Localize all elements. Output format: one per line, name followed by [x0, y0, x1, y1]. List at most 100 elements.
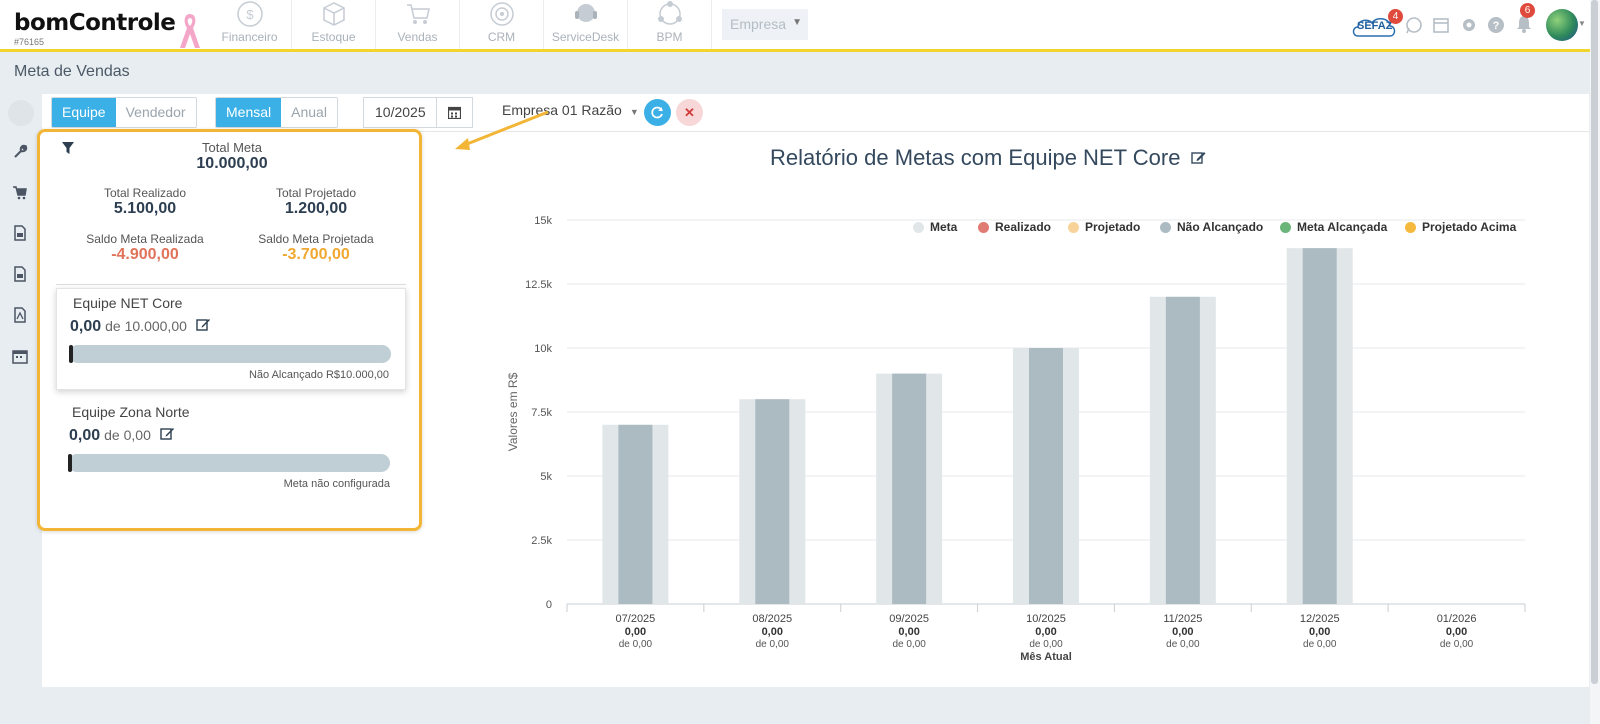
- total-realizado-value: 5.100,00: [113, 200, 177, 217]
- module-estoque[interactable]: Estoque: [292, 0, 376, 49]
- team-amount: 0,00 de 0,00: [69, 427, 175, 445]
- gear-icon[interactable]: [1460, 16, 1478, 34]
- filter-icon[interactable]: [61, 141, 75, 155]
- x-axis-label: Mês Atual: [1020, 651, 1072, 663]
- module-bpm[interactable]: BPM: [628, 0, 712, 49]
- period-toggle: Mensal Anual: [215, 97, 338, 128]
- x-subsublabel: de 0,00: [1303, 639, 1337, 650]
- x-sublabel: 0,00: [1309, 626, 1330, 638]
- wrench-icon[interactable]: [12, 143, 28, 159]
- user-avatar[interactable]: [1546, 9, 1578, 41]
- x-subsublabel: de 0,00: [1440, 639, 1474, 650]
- pdf-file-icon[interactable]: [12, 307, 28, 323]
- team-progress-bar: [69, 345, 391, 363]
- x-subsublabel: de 0,00: [756, 639, 790, 650]
- module-servicedesk[interactable]: ServiceDesk: [544, 0, 628, 49]
- filter-toolbar: Equipe Vendedor Mensal Anual 10/2025 Emp…: [42, 94, 1589, 132]
- document-file-icon[interactable]: [12, 266, 28, 282]
- headset-icon: [574, 4, 597, 22]
- date-value[interactable]: 10/2025: [364, 98, 436, 127]
- sefaz-button[interactable]: SEFAZ 4: [1350, 9, 1403, 38]
- module-label: ServiceDesk: [551, 30, 620, 44]
- calendar-button[interactable]: [436, 98, 472, 127]
- calendar-icon[interactable]: [12, 348, 28, 364]
- whatsapp-icon[interactable]: [1405, 16, 1423, 34]
- refresh-button[interactable]: [644, 99, 671, 126]
- help-icon[interactable]: ?: [1487, 16, 1505, 34]
- vertical-scrollbar[interactable]: [1590, 0, 1600, 724]
- module-financeiro[interactable]: $ Financeiro: [208, 0, 292, 49]
- app-logo[interactable]: bomControle: [14, 10, 176, 36]
- edit-icon[interactable]: [196, 318, 211, 332]
- target-icon: [489, 2, 514, 26]
- tab-vendedor[interactable]: Vendedor: [115, 98, 196, 127]
- module-crm[interactable]: CRM: [460, 0, 544, 49]
- x-subsublabel: de 0,00: [619, 639, 653, 650]
- scope-toggle: Equipe Vendedor: [51, 97, 197, 128]
- team-name: Equipe NET Core: [73, 295, 183, 311]
- tab-anual[interactable]: Anual: [281, 98, 337, 127]
- collapse-nav-icon[interactable]: [8, 100, 34, 126]
- module-label: Estoque: [311, 30, 356, 44]
- total-projetado: Total Projetado 1.200,00: [251, 186, 381, 218]
- company-select[interactable]: Empresa 01 Razão ▼: [502, 102, 639, 118]
- bar-nao-alcancado: [618, 424, 653, 604]
- page-title: Meta de Vendas: [14, 63, 130, 80]
- team-achieved: 0,00: [69, 427, 101, 444]
- pink-ribbon-icon: [180, 14, 200, 48]
- x-tick-label: 12/2025: [1300, 613, 1340, 625]
- bar-chart: 0 2.5k 5k 7.5k 10k 12.5k 15k Valores em R$ 07/20…: [506, 215, 1526, 663]
- y-axis-label: Valores em R$: [506, 372, 520, 451]
- company-dropdown[interactable]: Empresa ▼: [722, 9, 808, 40]
- team-amount: 0,00 de 10.000,00: [70, 318, 211, 336]
- module-label: Vendas: [397, 30, 438, 44]
- calendar-icon[interactable]: [1432, 16, 1450, 34]
- date-picker[interactable]: 10/2025: [363, 97, 473, 128]
- edit-icon[interactable]: [1190, 150, 1207, 165]
- total-realizado-label: Total Realizado: [103, 186, 187, 200]
- saldo-realizada-label: Saldo Meta Realizada: [86, 232, 204, 246]
- team-progress-bar: [68, 454, 390, 472]
- saldo-meta-realizada: Saldo Meta Realizada -4.900,00: [70, 232, 220, 264]
- total-meta: Total Meta 10.000,00: [122, 140, 342, 173]
- bar-nao-alcancado: [1302, 248, 1337, 604]
- svg-text:?: ?: [1493, 20, 1500, 32]
- tab-equipe[interactable]: Equipe: [52, 98, 116, 127]
- y-tick-label: 2.5k: [531, 535, 552, 547]
- x-sublabel: 0,00: [1446, 626, 1467, 638]
- module-vendas[interactable]: Vendas: [376, 0, 460, 49]
- company-select-label: Empresa 01 Razão: [502, 102, 622, 118]
- x-sublabel: 0,00: [1035, 626, 1056, 638]
- team-card-zona-norte[interactable]: Equipe Zona Norte 0,00 de 0,00 Meta não c…: [56, 398, 406, 500]
- team-status: Não Alcançado R$10.000,00: [248, 369, 389, 381]
- saldo-projetada-value: -3.700,00: [282, 246, 350, 263]
- bar-nao-alcancado: [1165, 296, 1200, 604]
- x-subsublabel: de 0,00: [1166, 639, 1200, 650]
- notifications-button[interactable]: 6: [1514, 3, 1536, 36]
- notifications-badge: 6: [1520, 3, 1535, 18]
- clear-filter-button[interactable]: ✕: [676, 99, 703, 126]
- saldo-projetada-label: Saldo Meta Projetada: [258, 232, 374, 246]
- tab-mensal[interactable]: Mensal: [216, 98, 282, 127]
- total-meta-value: 10.000,00: [196, 155, 268, 172]
- chart-title: Relatório de Metas com Equipe NET Core: [770, 145, 1207, 171]
- module-label: Financeiro: [221, 30, 278, 44]
- x-tick-label: 09/2025: [889, 613, 929, 625]
- report-file-icon[interactable]: [12, 225, 28, 241]
- total-projetado-label: Total Projetado: [275, 186, 357, 200]
- chart-title-text: Relatório de Metas com Equipe NET Core: [770, 145, 1181, 170]
- x-subsublabel: de 0,00: [892, 639, 926, 650]
- x-tick-label: 10/2025: [1026, 613, 1066, 625]
- edit-icon[interactable]: [160, 427, 175, 441]
- team-card-net-core[interactable]: Equipe NET Core 0,00 de 10.000,00 Não Alc…: [56, 288, 406, 390]
- y-tick-label: 12.5k: [525, 279, 552, 291]
- team-progress-fill: [69, 345, 73, 363]
- total-projetado-value: 1.200,00: [284, 200, 348, 217]
- team-achieved: 0,00: [70, 318, 102, 335]
- divider: [56, 284, 406, 285]
- cart-icon[interactable]: [12, 184, 28, 200]
- caret-down-icon: ▼: [629, 107, 639, 117]
- scrollbar-thumb[interactable]: [1591, 0, 1598, 684]
- team-progress-fill: [68, 454, 72, 472]
- team-status: Meta não configurada: [283, 478, 390, 490]
